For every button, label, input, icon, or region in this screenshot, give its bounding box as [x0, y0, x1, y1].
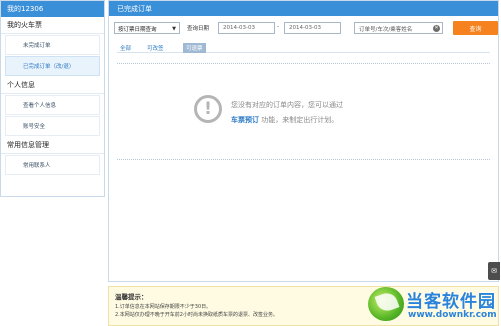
query-type-value: 按订票日期查询: [118, 27, 157, 33]
sidebar-item-view-personal-info[interactable]: 查看个人信息: [5, 95, 100, 115]
keyword-input[interactable]: 订单号/车次/乘客姓名 ✕: [354, 22, 443, 34]
tab-refundable[interactable]: 可退票: [183, 43, 206, 53]
page-title: 已完成订单: [109, 1, 498, 16]
watermark-url: www.downkr.com: [408, 310, 497, 320]
ticket-booking-link[interactable]: 车票预订: [231, 116, 259, 124]
sidebar-title: 我的12306: [1, 1, 104, 17]
sidebar-item-completed-orders[interactable]: 已完成订单（改/退）: [5, 56, 100, 76]
watermark-logo: [368, 287, 404, 321]
main-panel: 已完成订单 按订票日期查询 ▼ 查询日期 2014-03-03 - 2014-0…: [108, 0, 499, 282]
date-to-input[interactable]: 2014-03-03: [284, 22, 341, 34]
empty-message-line2: 车票预订 功能，来制定出行计划。: [231, 115, 338, 125]
watermark: 当客软件园 www.downkr.com: [368, 284, 501, 326]
tab-changeable[interactable]: 可改签: [144, 43, 167, 53]
date-label: 查询日期: [187, 26, 210, 32]
chevron-down-icon: ▼: [172, 26, 176, 32]
sidebar-section-personal-info: 个人信息: [1, 77, 104, 94]
warning-circle-icon: !: [194, 95, 222, 123]
sidebar-item-account-security[interactable]: 账号安全: [5, 116, 100, 136]
date-from-input[interactable]: 2014-03-03: [218, 22, 275, 34]
sidebar-section-common-info: 常用信息管理: [1, 137, 104, 154]
sidebar-item-contacts[interactable]: 常用联系人: [5, 155, 100, 175]
sidebar-section-tickets: 我的火车票: [1, 17, 104, 34]
search-button[interactable]: 查询: [453, 21, 498, 35]
divider: [117, 63, 490, 64]
date-separator: -: [277, 23, 280, 30]
query-type-select[interactable]: 按订票日期查询 ▼: [114, 22, 180, 34]
empty-message: 您没有对应的订单内容，您可以通过: [231, 101, 343, 109]
keyword-placeholder: 订单号/车次/乘客姓名: [359, 27, 413, 33]
sidebar: 我的12306 我的火车票 未完成订单 已完成订单（改/退） 个人信息 查看个人…: [0, 0, 105, 197]
empty-state: ! 您没有对应的订单内容，您可以通过 车票预订 功能，来制定出行计划。: [194, 95, 434, 129]
clear-icon[interactable]: ✕: [433, 25, 440, 32]
tab-all[interactable]: 全部: [117, 43, 134, 53]
sidebar-item-unfinished-orders[interactable]: 未完成订单: [5, 35, 100, 55]
search-bar: 按订票日期查询 ▼ 查询日期 2014-03-03 - 2014-03-03 订…: [114, 21, 498, 35]
watermark-title: 当客软件园: [406, 292, 496, 312]
empty-message-suffix: 功能，来制定出行计划。: [261, 116, 339, 124]
feedback-icon[interactable]: ✉: [488, 262, 500, 280]
filter-tabs: 全部 可改签 可退票: [117, 43, 490, 53]
divider: [117, 159, 490, 160]
